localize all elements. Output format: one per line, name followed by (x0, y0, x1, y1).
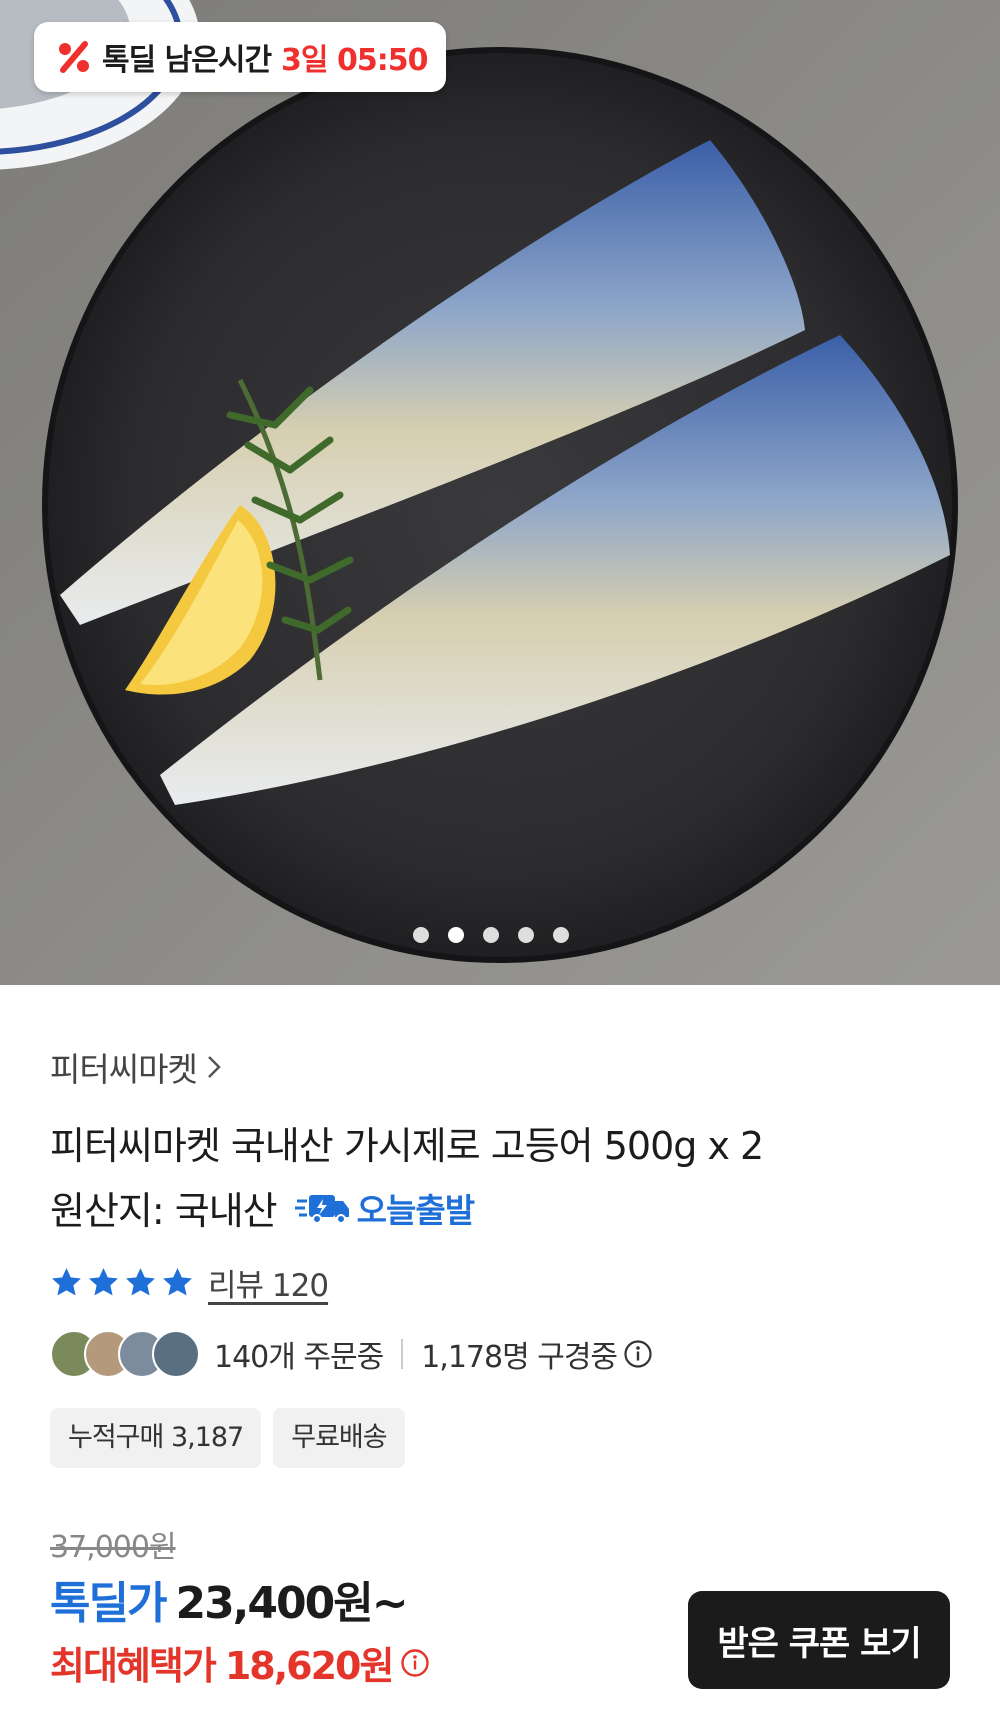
info-icon[interactable] (400, 1648, 430, 1678)
delivery-badge: 오늘출발 (294, 1184, 475, 1232)
product-image-carousel[interactable]: 톡딜 남은시간 3일 05:50 (0, 0, 1000, 985)
chip-cumulative-purchase: 누적구매 3,187 (50, 1408, 262, 1468)
divider (401, 1339, 404, 1369)
rating-row: 리뷰 120 (50, 1260, 329, 1305)
origin-row: 원산지: 국내산 오늘출발 (50, 1180, 475, 1235)
carousel-dot[interactable] (553, 927, 569, 943)
carousel-indicator (413, 927, 569, 943)
deal-price: 톡딜가 23,400원~ (50, 1567, 409, 1631)
star-icon (89, 1268, 118, 1296)
deal-timer-badge: 톡딜 남은시간 3일 05:50 (34, 22, 446, 92)
max-benefit-tag: 최대혜택가 (50, 1644, 217, 1688)
seller-name: 피터씨마켓 (50, 1050, 198, 1089)
chip-list: 누적구매 3,187 무료배송 (50, 1408, 405, 1468)
product-origin: 원산지: 국내산 (50, 1189, 278, 1233)
deal-price-tag: 톡딜가 (50, 1578, 167, 1629)
deal-timer-label: 톡딜 남은시간 (102, 43, 272, 78)
percent-icon (59, 41, 89, 73)
carousel-dot[interactable] (413, 927, 429, 943)
product-photo (0, 0, 1000, 985)
ordering-count: 140개 주문중 (214, 1340, 384, 1375)
delivery-badge-label: 오늘출발 (356, 1190, 475, 1230)
social-proof-row: 140개 주문중 1,178명 구경중 (50, 1330, 653, 1378)
viewing-count: 1,178명 구경중 (421, 1340, 618, 1375)
deal-price-amount: 23,400원~ (175, 1578, 408, 1629)
info-icon[interactable] (623, 1339, 653, 1369)
chevron-right-icon (207, 1056, 221, 1078)
delivery-truck-icon (294, 1194, 349, 1224)
deal-timer-remaining: 3일 05:50 (281, 43, 428, 78)
chip-free-shipping: 무료배송 (273, 1408, 405, 1468)
carousel-dot[interactable] (483, 927, 499, 943)
review-link[interactable]: 리뷰 120 (208, 1260, 329, 1305)
avatar-group (50, 1330, 200, 1378)
original-price: 37,000원 (50, 1530, 177, 1565)
star-icon (126, 1268, 155, 1296)
view-coupons-button[interactable]: 받은 쿠폰 보기 (688, 1591, 950, 1689)
avatar (152, 1330, 200, 1378)
carousel-dot-active[interactable] (448, 927, 464, 943)
max-benefit-amount: 18,620원 (224, 1644, 395, 1688)
carousel-dot[interactable] (518, 927, 534, 943)
rating-stars (50, 1266, 194, 1299)
star-icon (163, 1268, 192, 1296)
star-icon (52, 1268, 81, 1296)
seller-link[interactable]: 피터씨마켓 (50, 1043, 221, 1091)
product-title: 피터씨마켓 국내산 가시제로 고등어 500g x 2 (50, 1124, 764, 1168)
max-benefit-price: 최대혜택가 18,620원 (50, 1635, 430, 1690)
